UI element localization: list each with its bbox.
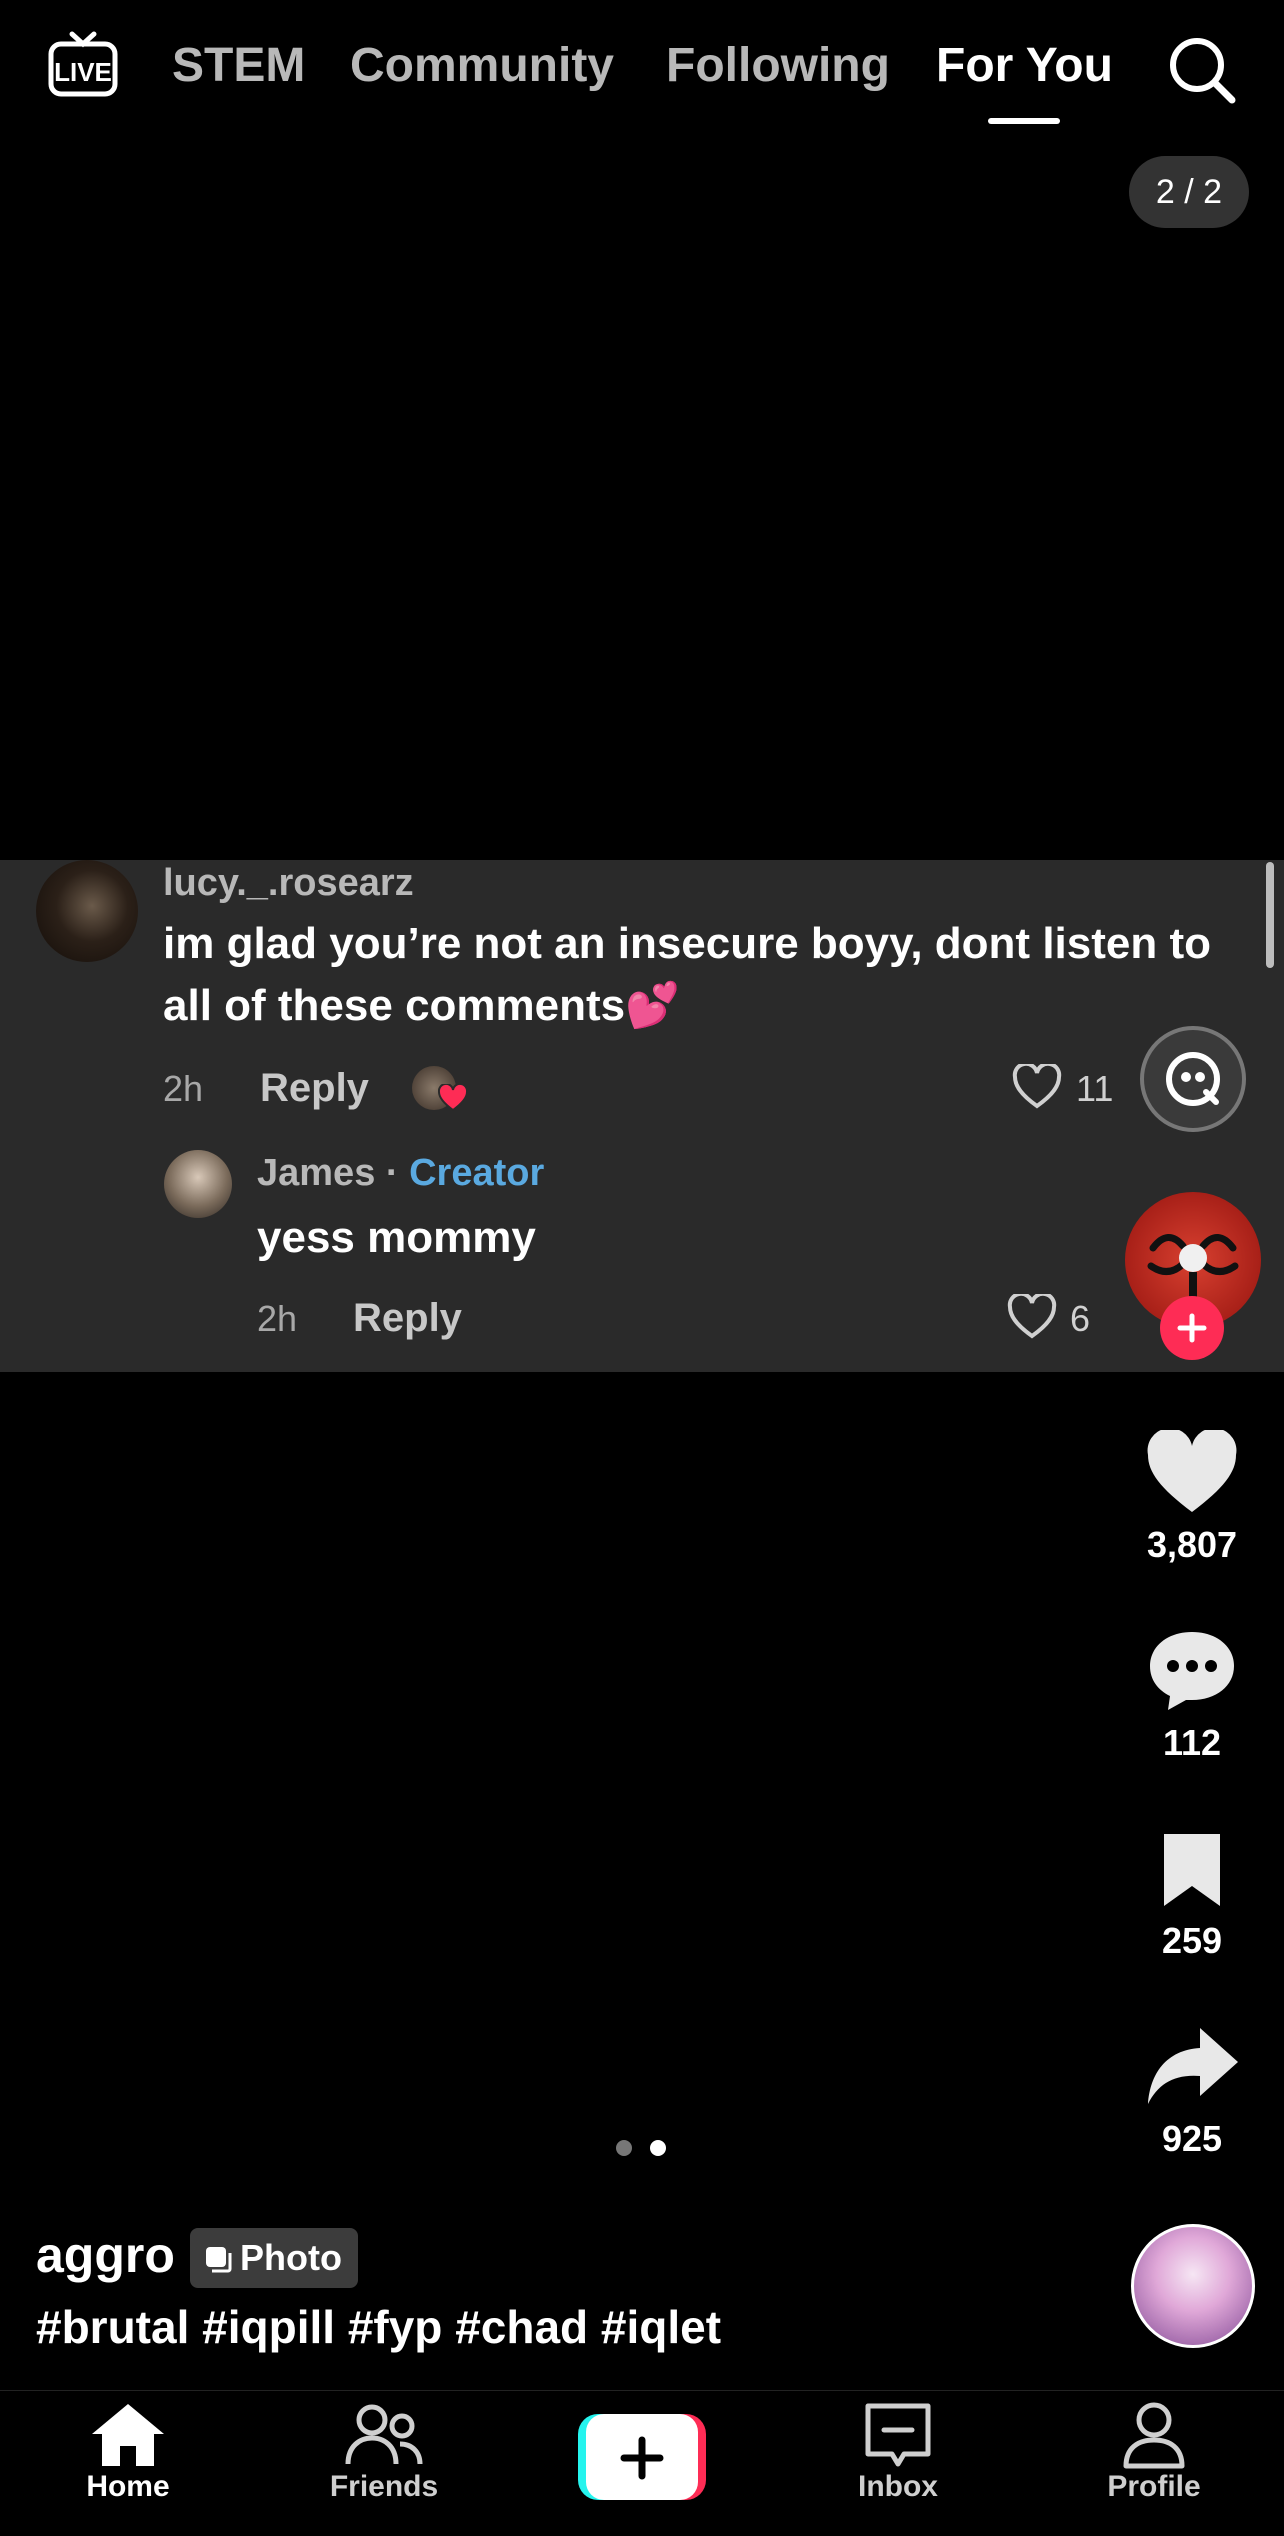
heart-outline-icon — [1007, 1294, 1057, 1339]
comment-text-line-1: im glad you’re not an insecure boyy, don… — [163, 919, 1211, 968]
hashtags[interactable]: #brutal #iqpill #fyp #chad #iqlet — [36, 2300, 721, 2354]
creator-username[interactable]: aggro — [36, 2226, 175, 2284]
heart-icon — [438, 1084, 468, 1112]
share-arrow-icon[interactable] — [1144, 2024, 1240, 2108]
reply-text: yess mommy — [257, 1213, 536, 1262]
comment-bubble-icon[interactable] — [1146, 1628, 1238, 1712]
comment-scrollbar — [1266, 862, 1274, 968]
search-icon[interactable] — [1164, 32, 1238, 106]
nav-profile-label: Profile — [1107, 2470, 1201, 2503]
photo-badge: Photo — [190, 2228, 358, 2288]
ai-self-button[interactable] — [1140, 1026, 1246, 1132]
create-plus-icon — [620, 2436, 664, 2480]
creator-badge: Creator — [409, 1152, 545, 1194]
ai-chat-icon — [1166, 1052, 1220, 1106]
sound-disc-avatar[interactable] — [1131, 2224, 1255, 2348]
spider-art-icon — [1147, 1234, 1239, 1302]
comment-username: lucy._.rosearz — [163, 862, 414, 904]
plus-icon — [1177, 1313, 1207, 1343]
avatar — [164, 1150, 232, 1218]
active-tab-indicator — [988, 118, 1060, 124]
tab-for-you[interactable]: For You — [936, 38, 1113, 93]
nav-friends[interactable]: Friends — [284, 2400, 484, 2504]
bookmark-icon[interactable] — [1158, 1830, 1226, 1910]
profile-icon — [1123, 2402, 1185, 2469]
inbox-icon — [865, 2403, 931, 2467]
carousel-dot-2 — [650, 2140, 666, 2156]
nav-home-label: Home — [86, 2470, 170, 2503]
separator: · — [375, 1152, 410, 1194]
friends-icon — [345, 2404, 423, 2465]
image-pager-indicator: 2 / 2 — [1129, 156, 1249, 228]
reply-like-count: 6 — [1070, 1298, 1091, 1339]
like-heart-icon[interactable] — [1146, 1430, 1238, 1514]
photo-stack-icon — [206, 2247, 232, 2273]
live-tv-icon[interactable]: LIVE — [46, 28, 120, 102]
create-button[interactable] — [578, 2414, 706, 2500]
tab-stem[interactable]: STEM — [172, 38, 305, 93]
nav-inbox[interactable]: Inbox — [798, 2400, 998, 2504]
bookmark-count: 259 — [1161, 1920, 1223, 1961]
reply-username: James — [257, 1152, 376, 1194]
nav-friends-label: Friends — [329, 2470, 439, 2503]
home-icon — [92, 2404, 164, 2466]
share-count: 925 — [1161, 2118, 1223, 2159]
comment-time: 2h — [163, 1068, 204, 1109]
carousel-dot-1 — [616, 2140, 632, 2156]
tab-following[interactable]: Following — [666, 38, 890, 93]
comment-like-count: 11 — [1076, 1068, 1114, 1109]
reply-reply-button: Reply — [353, 1296, 462, 1340]
like-count: 3,807 — [1146, 1524, 1238, 1565]
reply-time: 2h — [257, 1298, 298, 1339]
heart-outline-icon — [1012, 1064, 1062, 1109]
photo-badge-label: Photo — [240, 2237, 342, 2278]
nav-inbox-label: Inbox — [858, 2470, 938, 2503]
comment-count: 112 — [1162, 1722, 1222, 1763]
tab-community[interactable]: Community — [350, 38, 614, 93]
follow-plus-button[interactable] — [1160, 1296, 1224, 1360]
comment-reply-button: Reply — [260, 1066, 369, 1110]
svg-text:LIVE: LIVE — [54, 57, 112, 87]
avatar — [36, 860, 138, 962]
reply-username-line: James · Creator — [257, 1152, 544, 1195]
nav-home[interactable]: Home — [28, 2400, 228, 2504]
nav-profile[interactable]: Profile — [1054, 2400, 1254, 2504]
comment-text-line-2: all of these comments💕 — [163, 981, 680, 1030]
